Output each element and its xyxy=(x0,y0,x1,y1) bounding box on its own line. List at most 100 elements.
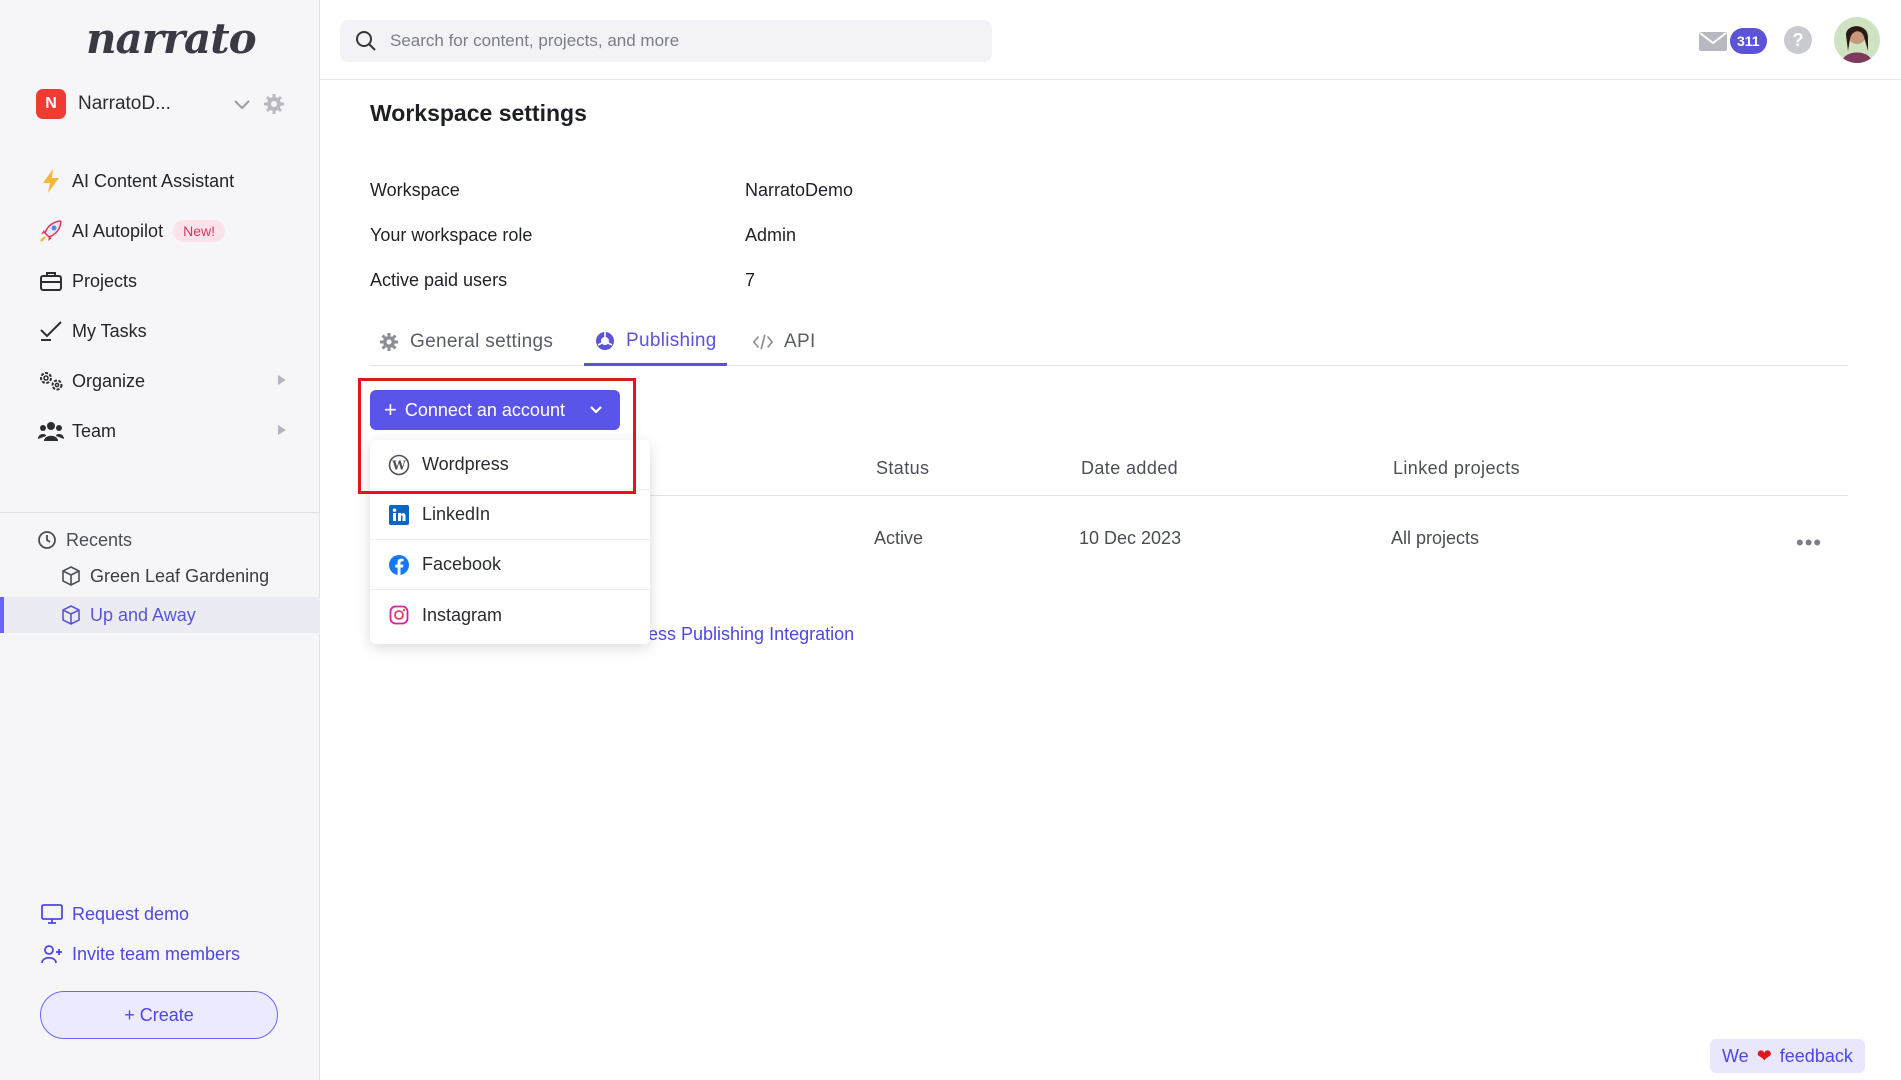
connect-account-label: Connect an account xyxy=(404,399,565,420)
row-more-options-icon[interactable]: ••• xyxy=(1796,530,1822,556)
connect-account-button[interactable]: + Connect an account xyxy=(370,390,620,430)
info-key: Active paid users xyxy=(370,270,508,290)
sidebar-item-label: AI Autopilot xyxy=(72,220,164,241)
invite-team-members-link[interactable]: Invite team members xyxy=(40,940,240,968)
info-row-workspace: Workspace NarratoDemo xyxy=(370,180,853,201)
table-cell-status: Active xyxy=(874,528,924,548)
facebook-icon xyxy=(388,554,410,576)
request-demo-link[interactable]: Request demo xyxy=(40,900,189,928)
code-icon xyxy=(752,334,774,350)
connect-account-menu: W Wordpress LinkedIn Facebook Instagram xyxy=(370,440,650,644)
settings-tabs: General settings Publishing API xyxy=(370,318,1848,366)
recent-item-up-and-away[interactable]: Up and Away xyxy=(0,597,320,633)
page-title: Workspace settings xyxy=(370,100,587,126)
monitor-icon xyxy=(41,904,63,924)
sidebar-item-projects[interactable]: Projects xyxy=(36,256,296,306)
chevron-right-icon xyxy=(278,425,286,435)
recents-label: Recents xyxy=(66,529,133,550)
create-button[interactable]: + Create xyxy=(40,991,278,1039)
tab-general-settings[interactable]: General settings xyxy=(378,318,553,366)
sidebar-item-label: Team xyxy=(72,420,117,441)
info-value: Admin xyxy=(745,225,797,245)
heart-icon: ❤ xyxy=(1756,1045,1772,1066)
sidebar: narrato N NarratoD... AI Content Assista… xyxy=(0,0,320,1080)
sidebar-nav: AI Content Assistant AI Autopilot New! P… xyxy=(36,156,296,456)
request-demo-label: Request demo xyxy=(72,903,190,924)
chevron-down-icon xyxy=(590,406,602,414)
sidebar-item-ai-autopilot[interactable]: AI Autopilot New! xyxy=(36,206,296,256)
info-key: Your workspace role xyxy=(370,225,533,245)
sidebar-item-label: Projects xyxy=(72,270,138,291)
briefcase-icon xyxy=(36,266,66,296)
publishing-integration-help-link[interactable]: ess Publishing Integration xyxy=(648,624,854,645)
gears-icon xyxy=(36,366,66,396)
mail-icon[interactable] xyxy=(1698,26,1728,56)
sidebar-item-label: My Tasks xyxy=(72,320,147,341)
info-value: 7 xyxy=(745,270,756,290)
recent-item-label: Green Leaf Gardening xyxy=(90,565,270,586)
help-icon[interactable]: ? xyxy=(1784,26,1812,54)
menu-item-label: Wordpress xyxy=(422,454,509,474)
sidebar-item-ai-content-assistant[interactable]: AI Content Assistant xyxy=(36,156,296,206)
sidebar-item-team[interactable]: Team xyxy=(36,406,296,456)
table-cell-date: 10 Dec 2023 xyxy=(1079,528,1182,548)
workspace-switcher[interactable]: N NarratoD... xyxy=(36,88,286,120)
search-icon xyxy=(356,31,376,51)
column-header-linked-projects: Linked projects xyxy=(1393,458,1521,478)
menu-item-instagram[interactable]: Instagram xyxy=(370,590,650,640)
cube-icon xyxy=(62,605,80,625)
cube-icon xyxy=(62,566,80,586)
search-bar[interactable] xyxy=(340,20,992,62)
workspace-avatar: N xyxy=(36,89,66,119)
feedback-button[interactable]: We ❤ feedback xyxy=(1710,1039,1865,1073)
narrato-logo[interactable]: narrato xyxy=(86,14,257,63)
menu-item-label: Facebook xyxy=(422,554,502,574)
clock-icon xyxy=(38,531,56,549)
feedback-pre-label: We xyxy=(1722,1045,1749,1066)
menu-item-linkedin[interactable]: LinkedIn xyxy=(370,490,650,540)
instagram-icon xyxy=(388,604,410,626)
tab-label: Publishing xyxy=(626,329,717,351)
svg-text:W: W xyxy=(391,458,406,472)
mail-count-badge[interactable]: 311 xyxy=(1730,28,1767,54)
column-header-date-added: Date added xyxy=(1081,458,1179,478)
gear-icon[interactable] xyxy=(262,92,286,116)
user-avatar[interactable] xyxy=(1834,17,1880,63)
info-row-role: Your workspace role Admin xyxy=(370,225,796,246)
new-badge: New! xyxy=(173,220,225,242)
invite-label: Invite team members xyxy=(72,943,241,964)
feedback-post-label: feedback xyxy=(1779,1045,1853,1066)
sidebar-item-my-tasks[interactable]: My Tasks xyxy=(36,306,296,356)
menu-item-wordpress[interactable]: W Wordpress xyxy=(370,440,650,490)
recent-item-label: Up and Away xyxy=(90,604,196,625)
add-user-icon xyxy=(41,945,62,964)
chevron-down-icon[interactable] xyxy=(232,94,252,114)
tab-label: API xyxy=(784,331,816,352)
search-input[interactable] xyxy=(390,31,950,51)
chevron-right-icon xyxy=(278,375,286,385)
plus-icon: + xyxy=(384,397,397,422)
lightning-icon xyxy=(36,166,66,196)
menu-item-facebook[interactable]: Facebook xyxy=(370,540,650,590)
gear-icon xyxy=(380,333,398,351)
recents-header: Recents xyxy=(36,528,132,552)
info-row-paid-users: Active paid users 7 xyxy=(370,270,755,291)
rocket-icon xyxy=(36,216,66,246)
sidebar-item-organize[interactable]: Organize xyxy=(36,356,296,406)
tab-label: General settings xyxy=(410,331,554,352)
tab-api[interactable]: API xyxy=(752,318,816,366)
recent-item-green-leaf-gardening[interactable]: Green Leaf Gardening xyxy=(0,558,320,594)
top-bar: 311 ? xyxy=(320,0,1901,80)
table-cell-projects: All projects xyxy=(1391,528,1480,548)
wordpress-icon: W xyxy=(388,454,410,476)
tab-publishing[interactable]: Publishing xyxy=(584,318,727,366)
team-icon xyxy=(36,416,66,446)
menu-item-label: LinkedIn xyxy=(422,504,491,524)
info-value: NarratoDemo xyxy=(745,180,854,200)
sidebar-item-label: Organize xyxy=(72,370,146,391)
info-key: Workspace xyxy=(370,180,460,200)
sidebar-divider xyxy=(0,512,320,513)
menu-item-label: Instagram xyxy=(422,604,503,625)
publishing-icon xyxy=(596,331,614,350)
workspace-name: NarratoD... xyxy=(78,93,171,114)
